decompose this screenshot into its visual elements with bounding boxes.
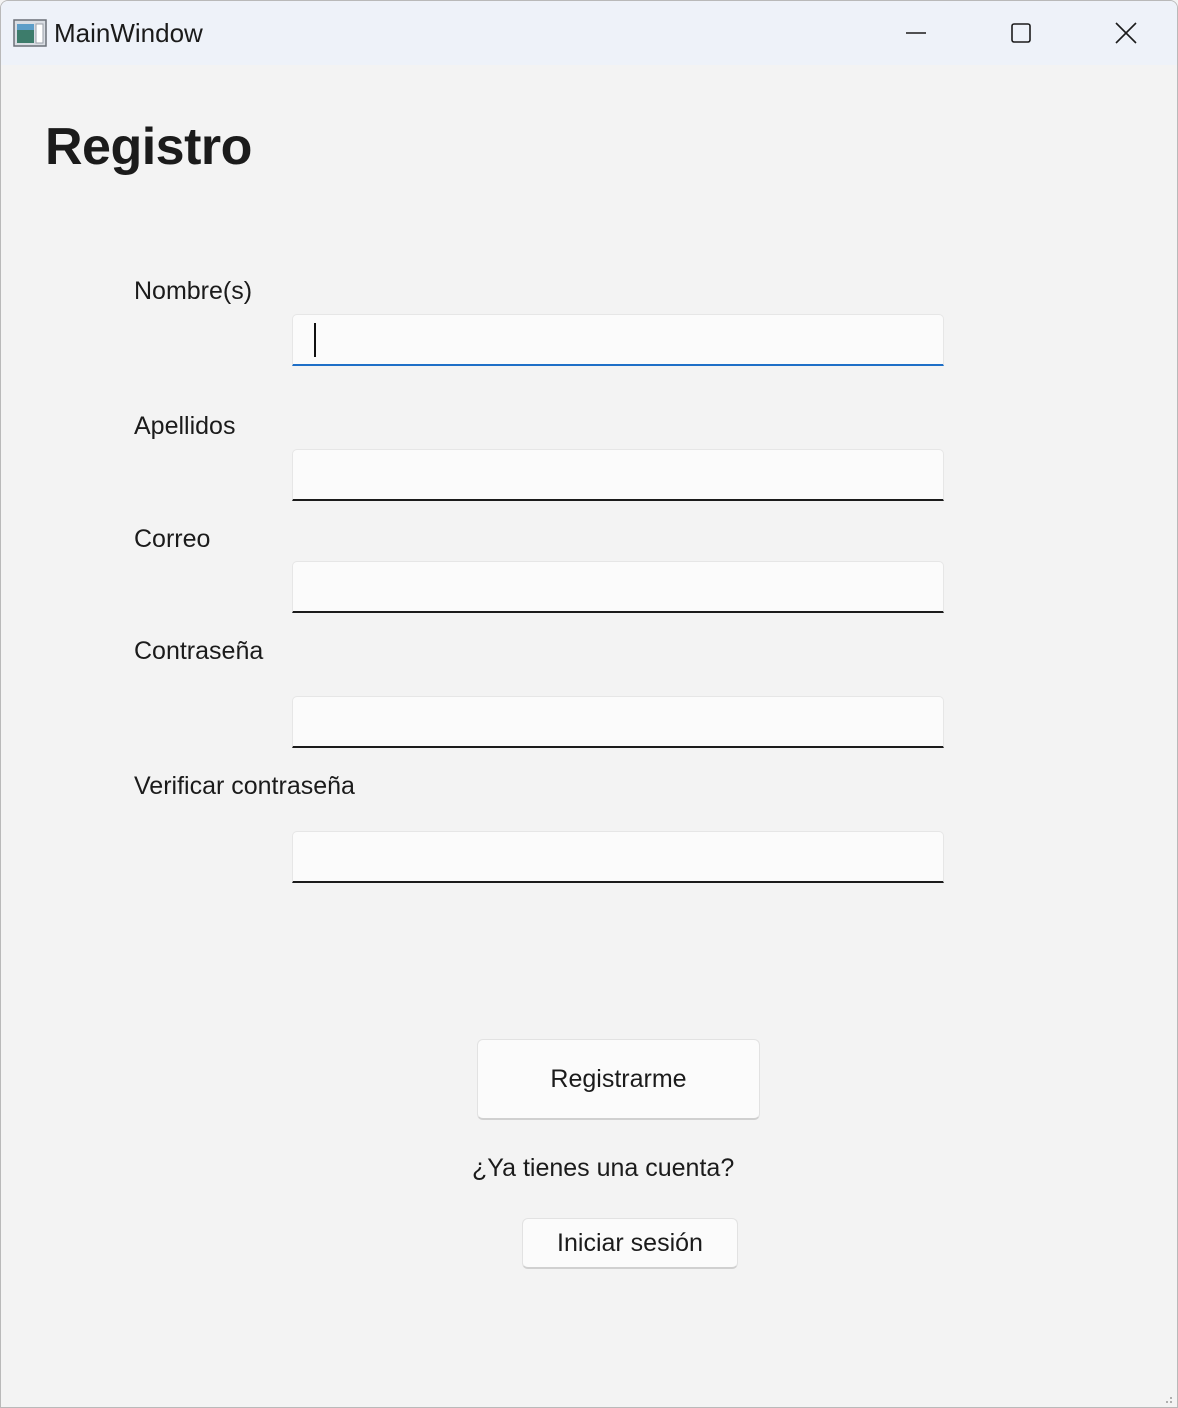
title-bar[interactable]: MainWindow	[1, 1, 1177, 65]
first-name-field[interactable]	[292, 314, 944, 366]
close-icon	[1114, 22, 1137, 44]
login-button[interactable]: Iniciar sesión	[522, 1218, 738, 1269]
last-name-label: Apellidos	[134, 412, 236, 440]
maximize-icon	[1010, 23, 1031, 43]
confirm-password-field[interactable]	[292, 831, 944, 883]
email-field[interactable]	[292, 561, 944, 613]
main-window: MainWindow Registro Nombre(s) Apellidos	[0, 0, 1178, 1408]
text-caret	[314, 323, 316, 357]
register-button[interactable]: Registrarme	[477, 1039, 760, 1120]
page-title: Registro	[45, 118, 252, 176]
resize-grip-icon[interactable]	[1163, 1394, 1173, 1404]
first-name-label: Nombre(s)	[134, 277, 253, 305]
maximize-button[interactable]	[968, 1, 1073, 65]
minimize-button[interactable]	[863, 1, 968, 65]
email-label: Correo	[134, 525, 211, 553]
window-title: MainWindow	[54, 18, 203, 48]
last-name-field[interactable]	[292, 449, 944, 501]
app-window-icon	[13, 19, 47, 47]
confirm-password-label: Verificar contraseña	[134, 772, 355, 800]
minimize-icon	[905, 32, 926, 34]
login-prompt: ¿Ya tienes una cuenta?	[472, 1154, 735, 1182]
password-field[interactable]	[292, 696, 944, 748]
password-label: Contraseña	[134, 637, 264, 665]
close-button[interactable]	[1073, 1, 1177, 65]
